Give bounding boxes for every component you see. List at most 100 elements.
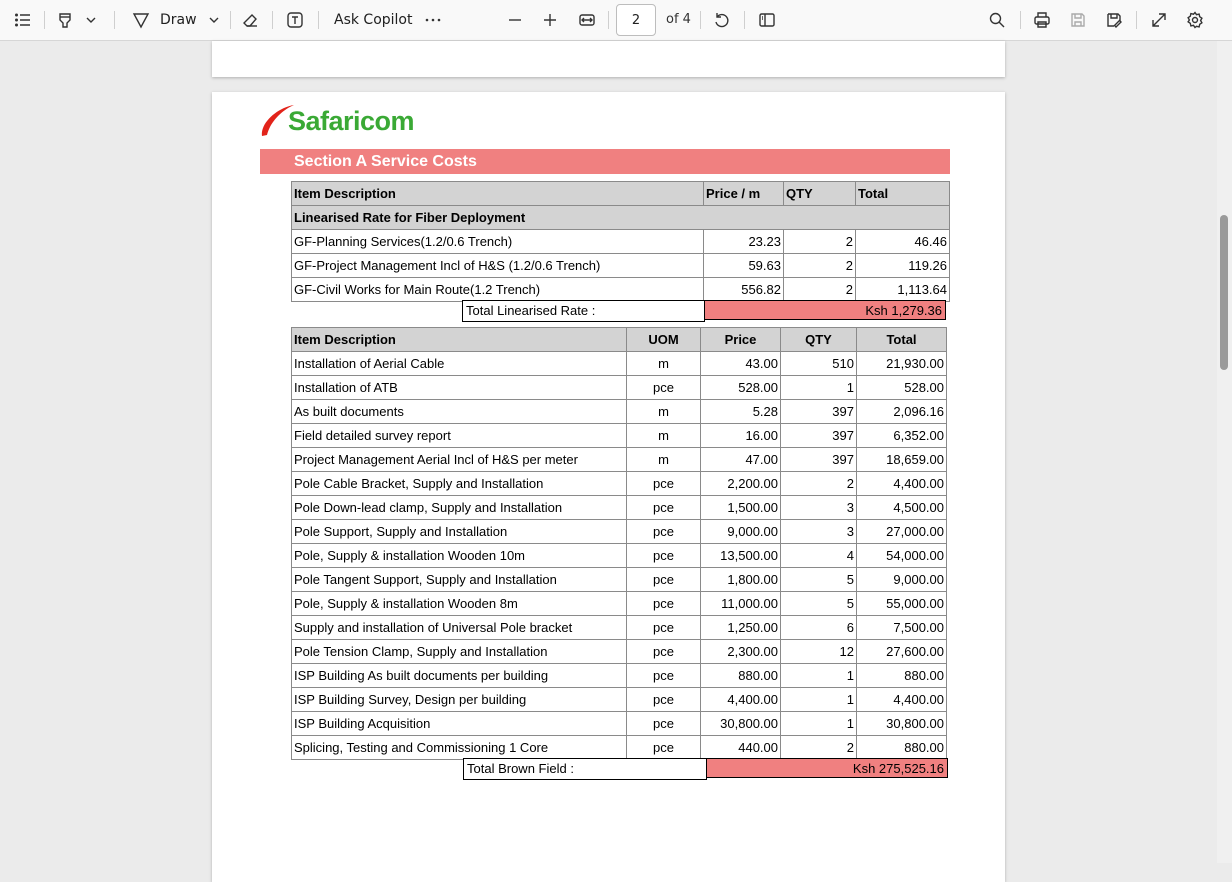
draw-icon[interactable] — [130, 8, 152, 32]
draw-button[interactable]: Draw — [160, 8, 197, 32]
cell-desc: Pole Tension Clamp, Supply and Installat… — [291, 639, 627, 664]
col-header-uom: UOM — [626, 327, 701, 352]
cell-qty: 1 — [780, 711, 857, 736]
cell-price: 556.82 — [703, 277, 784, 302]
cell-price: 880.00 — [700, 663, 781, 688]
cell-desc: Pole Down-lead clamp, Supply and Install… — [291, 495, 627, 520]
cell-uom: pce — [626, 471, 701, 496]
cell-desc: Pole Tangent Support, Supply and Install… — [291, 567, 627, 592]
table-row: GF-Civil Works for Main Route(1.2 Trench… — [291, 277, 950, 302]
table-row: ISP Building As built documents per buil… — [291, 663, 947, 688]
cell-qty: 397 — [780, 447, 857, 472]
cell-qty: 2 — [783, 229, 856, 254]
cell-desc: Field detailed survey report — [291, 423, 627, 448]
draw-chevron-down-icon[interactable] — [207, 8, 221, 32]
scrollbar-thumb[interactable] — [1220, 215, 1228, 370]
cell-total: 880.00 — [856, 663, 947, 688]
cell-price: 2,200.00 — [700, 471, 781, 496]
logo-text: Safaricom — [288, 106, 415, 136]
highlight-icon[interactable] — [54, 8, 76, 32]
cell-qty: 2 — [783, 277, 856, 302]
table-row: Pole Cable Bracket, Supply and Installat… — [291, 471, 947, 496]
fit-to-width-icon[interactable] — [576, 8, 598, 32]
more-options-icon[interactable] — [422, 8, 444, 32]
cell-desc: Pole Cable Bracket, Supply and Installat… — [291, 471, 627, 496]
cell-uom: pce — [626, 663, 701, 688]
cell-qty: 1 — [780, 375, 857, 400]
cell-desc: ISP Building Survey, Design per building — [291, 687, 627, 712]
cell-price: 4,400.00 — [700, 687, 781, 712]
cell-total: 27,000.00 — [856, 519, 947, 544]
cell-qty: 3 — [780, 519, 857, 544]
cell-total: 4,400.00 — [856, 471, 947, 496]
ask-copilot-button[interactable]: Ask Copilot — [334, 8, 413, 32]
vertical-scrollbar[interactable] — [1217, 41, 1232, 863]
add-text-icon[interactable] — [284, 8, 306, 32]
col-header-total: Total — [855, 181, 950, 206]
cell-price: 13,500.00 — [700, 543, 781, 568]
cell-total: 119.26 — [855, 253, 950, 278]
cell-price: 16.00 — [700, 423, 781, 448]
print-icon[interactable] — [1031, 8, 1053, 32]
cell-total: 7,500.00 — [856, 615, 947, 640]
cell-total: 46.46 — [855, 229, 950, 254]
cell-price: 528.00 — [700, 375, 781, 400]
cell-price: 43.00 — [700, 351, 781, 376]
table-of-contents-icon[interactable] — [12, 8, 34, 32]
cell-uom: m — [626, 351, 701, 376]
save-icon[interactable] — [1067, 8, 1089, 32]
cell-qty: 2 — [783, 253, 856, 278]
cell-desc: Pole Support, Supply and Installation — [291, 519, 627, 544]
cell-desc: Pole, Supply & installation Wooden 8m — [291, 591, 627, 616]
table-header-row: Item Description UOM Price QTY Total — [291, 327, 947, 352]
rotate-icon[interactable] — [711, 8, 733, 32]
linearised-rate-table: Item Description Price / m QTY Total Lin… — [291, 181, 950, 302]
page-number-input[interactable]: 2 — [616, 4, 656, 36]
cell-desc: ISP Building Acquisition — [291, 711, 627, 736]
safaricom-logo: Safaricom — [258, 100, 428, 140]
cell-qty: 2 — [780, 735, 857, 760]
cell-desc: Supply and installation of Universal Pol… — [291, 615, 627, 640]
cell-qty: 6 — [780, 615, 857, 640]
zoom-out-icon[interactable] — [504, 8, 526, 32]
cell-qty: 1 — [780, 687, 857, 712]
cell-uom: pce — [626, 495, 701, 520]
table-row: GF-Planning Services(1.2/0.6 Trench) 23.2… — [291, 229, 950, 254]
cell-total: 9,000.00 — [856, 567, 947, 592]
table-row: Pole, Supply & installation Wooden 8m pce… — [291, 591, 947, 616]
table-row: Pole, Supply & installation Wooden 10m pc… — [291, 543, 947, 568]
table-header-row: Item Description Price / m QTY Total — [291, 181, 950, 206]
cell-price: 23.23 — [703, 229, 784, 254]
col-header-item-description: Item Description — [291, 181, 704, 206]
full-screen-icon[interactable] — [1148, 8, 1170, 32]
cell-desc: GF-Planning Services(1.2/0.6 Trench) — [291, 229, 704, 254]
cell-qty: 5 — [780, 591, 857, 616]
previous-page-bottom — [212, 41, 1005, 77]
zoom-in-icon[interactable] — [539, 8, 561, 32]
settings-gear-icon[interactable] — [1184, 8, 1206, 32]
cell-price: 2,300.00 — [700, 639, 781, 664]
page-view-icon[interactable] — [756, 8, 778, 32]
table-row: Pole Support, Supply and Installation pce… — [291, 519, 947, 544]
cell-qty: 4 — [780, 543, 857, 568]
subheader-linearised-rate: Linearised Rate for Fiber Deployment — [291, 205, 950, 230]
col-header-price-per-m: Price / m — [703, 181, 784, 206]
save-as-icon[interactable] — [1103, 8, 1125, 32]
cell-price: 1,250.00 — [700, 615, 781, 640]
cell-qty: 397 — [780, 399, 857, 424]
search-icon[interactable] — [986, 8, 1008, 32]
cell-qty: 1 — [780, 663, 857, 688]
cell-qty: 2 — [780, 471, 857, 496]
table-row: Field detailed survey report m 16.00 397 6,3… — [291, 423, 947, 448]
cell-uom: pce — [626, 687, 701, 712]
highlight-chevron-down-icon[interactable] — [84, 8, 98, 32]
cell-uom: pce — [626, 567, 701, 592]
table-row: Supply and installation of Universal Pol… — [291, 615, 947, 640]
ask-copilot-label: Ask Copilot — [334, 12, 413, 28]
total-brown-field-value: Ksh 275,525.16 — [706, 758, 948, 778]
table-row: Installation of Aerial Cable m 43.00 510 21,… — [291, 351, 947, 376]
table-row: ISP Building Acquisition pce 30,800.00 1 30,… — [291, 711, 947, 736]
col-header-qty: QTY — [780, 327, 857, 352]
eraser-icon[interactable] — [239, 8, 261, 32]
page-number-value: 2 — [631, 12, 641, 28]
